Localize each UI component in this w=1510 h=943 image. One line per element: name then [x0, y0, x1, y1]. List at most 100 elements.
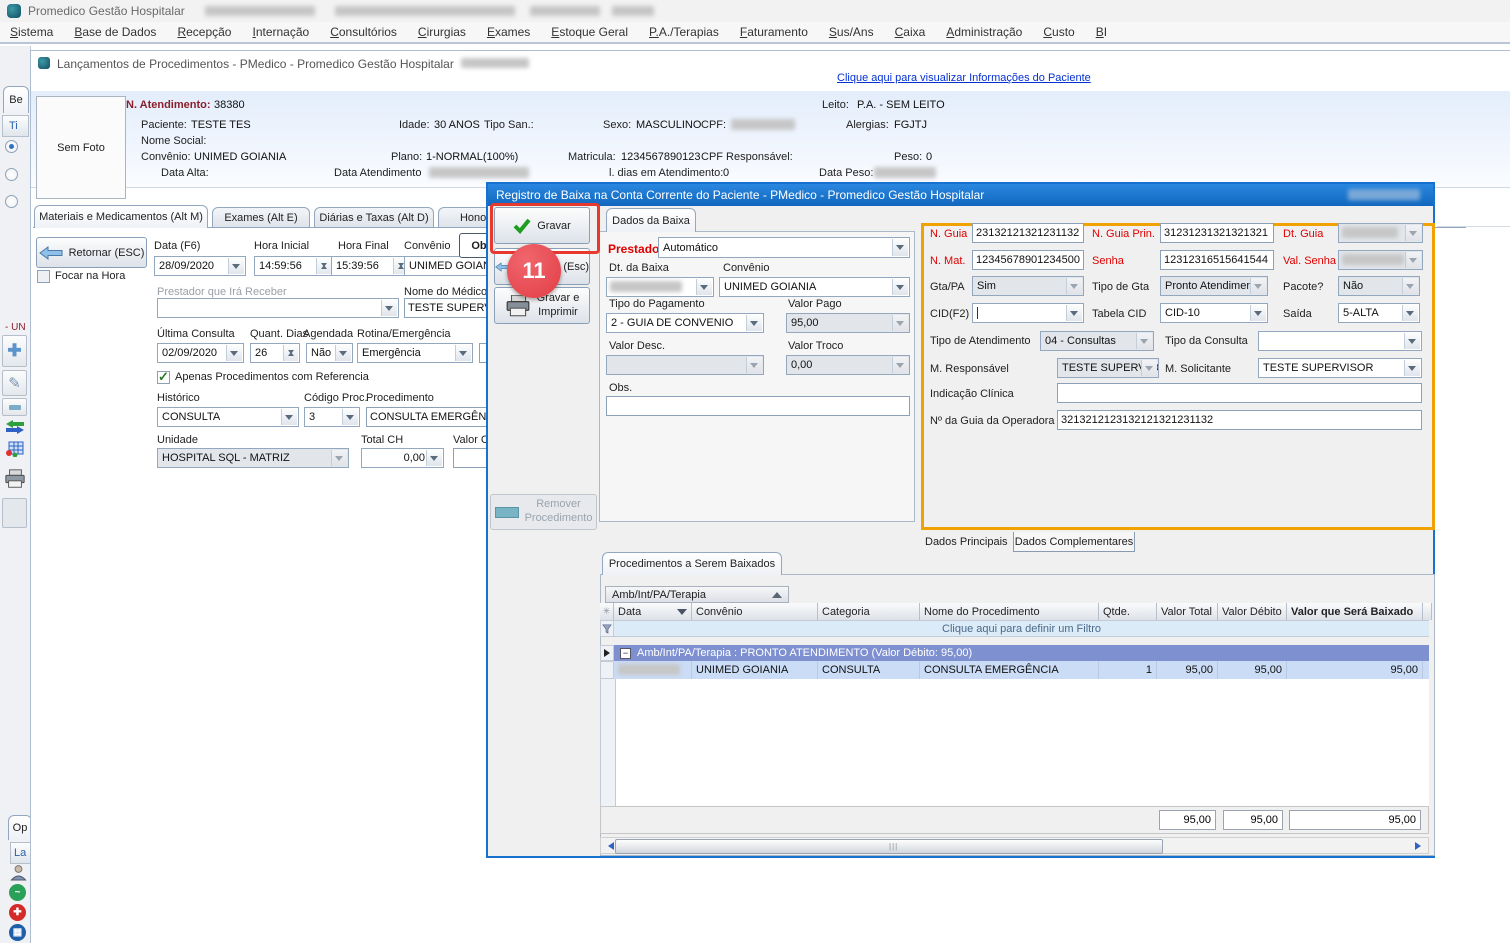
tipo-atendimento-combo[interactable]: 04 - Consultas: [1040, 331, 1154, 351]
chevron-down-icon[interactable]: [342, 409, 358, 425]
tab-materiais[interactable]: Materiais e Medicamentos (Alt M): [34, 205, 208, 228]
pacote-combo[interactable]: Não: [1338, 276, 1420, 296]
filter-down-icon[interactable]: [677, 609, 687, 620]
transfer-button[interactable]: [2, 417, 27, 437]
indicacao-clinica-field[interactable]: [1057, 383, 1422, 403]
chevron-down-icon[interactable]: [1404, 333, 1420, 349]
chevron-down-icon[interactable]: [696, 279, 712, 295]
spinner-arrows-icon[interactable]: [316, 258, 331, 274]
chevron-down-icon[interactable]: [892, 279, 908, 295]
data-f6-combo[interactable]: 28/09/2020: [154, 256, 246, 276]
valor-pago-combo[interactable]: 95,00: [786, 313, 910, 333]
n-guia-prin-field[interactable]: 31231231321321321: [1160, 223, 1274, 243]
emergency-icon[interactable]: ✚: [9, 904, 26, 921]
chevron-down-icon[interactable]: [1402, 278, 1418, 294]
total-ch-combo[interactable]: 0,00: [361, 448, 444, 468]
n-guia-field[interactable]: 23132121321231132: [972, 223, 1084, 243]
dock-tab-op[interactable]: Op: [8, 815, 32, 840]
scroll-right-icon[interactable]: [1415, 842, 1425, 850]
cid-combo[interactable]: [972, 303, 1084, 323]
dock-radio-2[interactable]: [5, 168, 18, 181]
chevron-down-icon[interactable]: [455, 345, 471, 361]
menu-bi[interactable]: BI: [1096, 25, 1107, 39]
scrollbar-thumb[interactable]: |||: [615, 839, 1163, 854]
grid-button[interactable]: [2, 437, 27, 461]
chevron-down-icon[interactable]: [1405, 225, 1421, 241]
unidade-combo[interactable]: HOSPITAL SQL - MATRIZ: [157, 448, 349, 468]
tab-dados-da-baixa[interactable]: Dados da Baixa: [606, 208, 696, 232]
dock-radio-3[interactable]: [5, 195, 18, 208]
collapse-icon[interactable]: −: [620, 648, 631, 659]
tab-exames[interactable]: Exames (Alt E): [212, 207, 310, 228]
historico-combo[interactable]: CONSULTA: [157, 407, 299, 427]
add-button[interactable]: ✚: [2, 335, 27, 367]
valor-desc-combo[interactable]: [606, 355, 764, 375]
chevron-down-icon[interactable]: [892, 239, 908, 256]
chevron-down-icon[interactable]: [1066, 305, 1082, 321]
column-header-qtde[interactable]: Qtde.: [1099, 603, 1157, 620]
menu-estoque-geral[interactable]: Estoque Geral: [551, 25, 628, 39]
dock-radio-1[interactable]: [5, 140, 18, 153]
chevron-down-icon[interactable]: [331, 450, 347, 466]
remover-procedimento-button[interactable]: RemoverProcedimento: [490, 494, 597, 530]
filter-row[interactable]: Clique aqui para definir um Filtro: [614, 620, 1429, 637]
column-header-valor-total[interactable]: Valor Total: [1157, 603, 1218, 620]
m-solicitante-combo[interactable]: TESTE SUPERVISOR: [1258, 358, 1422, 378]
n-guia-operadora-field[interactable]: 3213212123132121321231132: [1057, 410, 1422, 430]
menu-internacao[interactable]: Internação: [252, 25, 309, 39]
gta-pa-combo[interactable]: Sim: [972, 276, 1084, 296]
hora-final-spinner[interactable]: 15:39:56: [331, 256, 410, 276]
calc-icon[interactable]: ▦: [9, 924, 26, 941]
tab-diarias[interactable]: Diárias e Taxas (Alt D): [314, 207, 434, 228]
menu-sistema[interactable]: Sistema: [10, 25, 53, 39]
chevron-down-icon[interactable]: [746, 315, 762, 331]
menu-consultorios[interactable]: Consultórios: [330, 25, 397, 39]
chevron-down-icon[interactable]: [1404, 360, 1420, 376]
tipo-consulta-combo[interactable]: [1258, 331, 1422, 351]
m-responsavel-combo[interactable]: TESTE SUPERVISOR: [1057, 358, 1159, 378]
menu-caixa[interactable]: Caixa: [895, 25, 926, 39]
chevron-down-icon[interactable]: [381, 300, 397, 316]
tipo-pagamento-combo[interactable]: 2 - GUIA DE CONVENIO: [606, 313, 764, 333]
column-header-valor-baixado[interactable]: Valor que Será Baixado: [1287, 603, 1423, 620]
patient-info-link[interactable]: Clique aqui para visualizar Informações …: [837, 72, 1091, 84]
obs-field[interactable]: [606, 396, 910, 416]
chevron-down-icon[interactable]: [1066, 278, 1082, 294]
retornar-esc-button[interactable]: Retornar (ESC): [36, 237, 147, 268]
menu-administracao[interactable]: Administração: [946, 25, 1022, 39]
chevron-down-icon[interactable]: [228, 258, 244, 274]
menu-cirurgias[interactable]: Cirurgias: [418, 25, 466, 39]
menu-pa-terapias[interactable]: P.A./Terapias: [649, 25, 719, 39]
chevron-down-icon[interactable]: [1136, 333, 1152, 349]
scroll-left-icon[interactable]: [604, 842, 614, 850]
codigo-proc-combo[interactable]: 3: [304, 407, 360, 427]
agendada-combo[interactable]: Não: [306, 343, 353, 363]
rotina-combo[interactable]: Emergência: [357, 343, 473, 363]
menu-custo[interactable]: Custo: [1043, 25, 1074, 39]
prestador-combo[interactable]: Automático: [658, 237, 910, 258]
prestador-receber-combo[interactable]: [157, 298, 399, 318]
edit-button[interactable]: ✎: [2, 370, 27, 396]
tab-dados-principais[interactable]: Dados Principais: [925, 536, 1008, 548]
user-icon[interactable]: [10, 864, 27, 881]
n-mat-field[interactable]: 12345678901234500: [972, 250, 1084, 270]
chevron-down-icon[interactable]: [746, 357, 762, 373]
column-header-data[interactable]: Data: [614, 603, 692, 620]
vitals-icon[interactable]: ~: [9, 884, 26, 901]
ultima-consulta-combo[interactable]: 02/09/2020: [157, 343, 244, 363]
menu-faturamento[interactable]: Faturamento: [740, 25, 808, 39]
chevron-down-icon[interactable]: [892, 315, 908, 331]
modal-convenio-combo[interactable]: UNIMED GOIANIA: [719, 277, 910, 297]
table-row[interactable]: UNIMED GOIANIA CONSULTA CONSULTA EMERGÊN…: [614, 661, 1429, 679]
hora-inicial-spinner[interactable]: 14:59:56: [254, 256, 333, 276]
group-row[interactable]: − Amb/Int/PA/Terapia : PRONTO ATENDIMENT…: [614, 645, 1429, 661]
chevron-down-icon[interactable]: [1250, 278, 1266, 294]
quant-dias-spinner[interactable]: 26: [250, 343, 300, 363]
column-header-categoria[interactable]: Categoria: [818, 603, 920, 620]
tab-procedimentos-baixados[interactable]: Procedimentos a Serem Baixados: [602, 552, 782, 575]
column-header-nome[interactable]: Nome do Procedimento: [920, 603, 1099, 620]
group-by-chip[interactable]: Amb/Int/PA/Terapia: [605, 586, 789, 603]
spinner-arrows-icon[interactable]: [283, 345, 298, 361]
tab-dados-complementares[interactable]: Dados Complementares: [1013, 532, 1135, 552]
chevron-down-icon[interactable]: [281, 409, 297, 425]
